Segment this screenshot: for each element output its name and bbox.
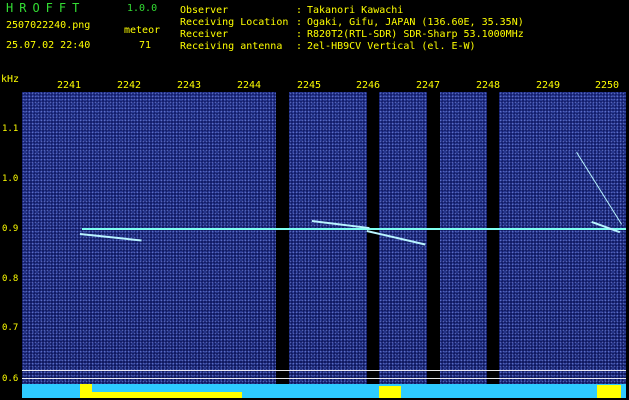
data-gap <box>487 92 499 398</box>
app-title: HROFFT <box>6 1 86 15</box>
x-tick-label: 2249 <box>535 80 561 91</box>
carrier-trace <box>82 228 626 230</box>
observer-colon: : <box>296 5 303 16</box>
mode-count: 71 <box>139 40 152 51</box>
x-tick-label: 2242 <box>116 80 142 91</box>
location-label: Receiving Location <box>180 17 289 28</box>
y-tick-label: 0.8 <box>2 274 19 284</box>
antenna-value: 2el-HB9CV Vertical (el. E-W) <box>307 41 476 52</box>
meteor-echo <box>576 152 623 225</box>
level-peak <box>379 386 401 398</box>
y-tick-label: 0.9 <box>2 224 19 234</box>
antenna-colon: : <box>296 41 303 52</box>
y-tick-label: 1.0 <box>2 174 19 184</box>
file-name: 2507022240.png <box>6 20 91 31</box>
app-version: 1.0.0 <box>127 3 158 14</box>
x-tick-label: 2244 <box>236 80 262 91</box>
observer-value: Takanori Kawachi <box>307 5 404 16</box>
x-tick-label: 2250 <box>594 80 620 91</box>
level-peak <box>597 385 621 398</box>
receiver-colon: : <box>296 29 303 40</box>
data-gap <box>427 92 440 398</box>
signal-level-strip <box>22 384 626 398</box>
x-tick-label: 2247 <box>415 80 441 91</box>
x-tick-label: 2246 <box>355 80 381 91</box>
data-gap <box>276 92 289 398</box>
y-tick-label: 0.7 <box>2 323 19 333</box>
antenna-label: Receiving antenna <box>180 41 283 52</box>
location-value: Ogaki, Gifu, JAPAN (136.60E, 35.35N) <box>307 17 524 28</box>
x-tick-label: 2245 <box>296 80 322 91</box>
x-tick-label: 2248 <box>475 80 501 91</box>
reference-line <box>22 378 626 379</box>
x-tick-label: 2243 <box>176 80 202 91</box>
location-colon: : <box>296 17 303 28</box>
mode-label: meteor <box>124 25 161 36</box>
y-tick-label: 0.6 <box>2 374 19 384</box>
data-gap <box>367 92 379 398</box>
timestamp: 25.07.02 22:40 <box>6 40 91 51</box>
observer-label: Observer <box>180 5 229 16</box>
level-peak <box>80 384 92 398</box>
spectrogram-waterfall <box>22 92 626 398</box>
y-axis-unit: kHz <box>1 74 20 85</box>
meteor-echo <box>79 233 142 242</box>
receiver-value: R820T2(RTL-SDR) SDR-Sharp 53.1000MHz <box>307 29 524 40</box>
y-tick-label: 1.1 <box>2 124 19 134</box>
reference-line <box>22 370 626 371</box>
level-peak <box>92 392 242 398</box>
x-tick-label: 2241 <box>56 80 82 91</box>
receiver-label: Receiver <box>180 29 229 40</box>
